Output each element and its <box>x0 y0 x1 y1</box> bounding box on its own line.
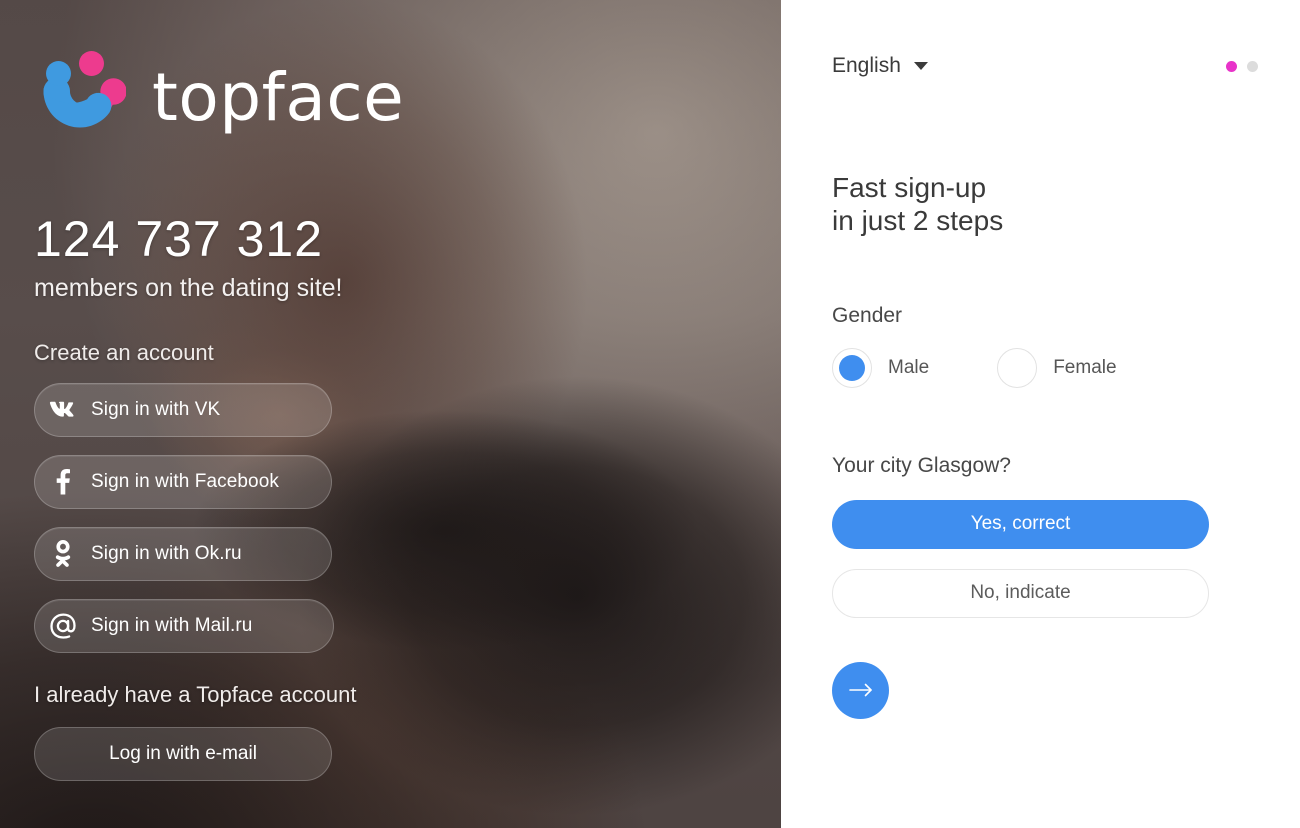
promo-panel: topface 124 737 312 members on the datin… <box>0 0 781 828</box>
odnoklassniki-icon <box>35 539 91 568</box>
step-dot-1[interactable] <box>1226 60 1237 72</box>
log-in-with-email-label: Log in with e-mail <box>109 742 257 764</box>
facebook-icon <box>35 468 91 495</box>
sign-in-with-okru-label: Sign in with Ok.ru <box>91 542 242 564</box>
city-confirm-label: Yes, correct <box>970 513 1071 535</box>
page-title-line-2: in just 2 steps <box>832 205 1004 237</box>
step-indicator <box>1226 60 1258 72</box>
sign-in-with-mailru-button[interactable]: Sign in with Mail.ru <box>34 598 334 653</box>
gender-option-male[interactable]: Male <box>832 347 930 388</box>
city-decline-label: No, indicate <box>970 582 1071 604</box>
language-selector-label: English <box>832 54 901 77</box>
gender-field-label: Gender <box>832 303 903 327</box>
gender-option-female-label: Female <box>1053 356 1117 378</box>
sign-in-with-mailru-label: Sign in with Mail.ru <box>91 614 253 636</box>
topface-smiley-logo-icon <box>43 51 126 128</box>
sign-in-with-vk-label: Sign in with VK <box>91 398 221 420</box>
gender-option-female[interactable]: Female <box>997 347 1117 388</box>
signup-page: topface 124 737 312 members on the datin… <box>0 0 1300 828</box>
radio-selected-icon <box>832 347 872 388</box>
city-decline-button[interactable]: No, indicate <box>832 568 1209 618</box>
social-signin-list: Sign in with VK Sign in with Facebook Si… <box>34 382 781 653</box>
gender-radio-group: Male Female <box>832 347 1258 388</box>
brand-name: topface <box>152 59 405 136</box>
log-in-with-email-button[interactable]: Log in with e-mail <box>34 726 332 781</box>
form-top-bar: English <box>832 50 1258 82</box>
page-title-line-1: Fast sign-up <box>832 172 987 203</box>
create-account-heading: Create an account <box>34 339 214 365</box>
radio-unselected-icon <box>997 347 1038 388</box>
mailru-at-icon <box>35 612 91 640</box>
step-dot-2[interactable] <box>1247 60 1258 72</box>
sign-in-with-okru-button[interactable]: Sign in with Ok.ru <box>34 526 332 581</box>
existing-account-heading: I already have a Topface account <box>34 681 357 707</box>
brand-logo[interactable]: topface <box>34 44 781 152</box>
arrow-right-icon <box>848 684 872 697</box>
language-selector[interactable]: English <box>832 54 928 78</box>
city-confirm-button[interactable]: Yes, correct <box>832 499 1209 549</box>
chevron-down-icon <box>913 62 928 70</box>
sign-in-with-facebook-label: Sign in with Facebook <box>91 470 279 492</box>
sign-in-with-vk-button[interactable]: Sign in with VK <box>34 382 332 437</box>
gender-option-male-label: Male <box>888 356 930 378</box>
next-step-button[interactable] <box>832 661 889 719</box>
member-counter: 124 737 312 <box>34 211 324 267</box>
member-counter-caption: members on the dating site! <box>34 274 343 302</box>
signup-form-panel: English Fast sign-up in just 2 steps Gen… <box>781 0 1300 828</box>
sign-in-with-facebook-button[interactable]: Sign in with Facebook <box>34 454 332 509</box>
page-title: Fast sign-up in just 2 steps <box>832 171 1258 238</box>
vk-icon <box>35 401 91 419</box>
city-question-label: Your city Glasgow? <box>832 453 1011 477</box>
